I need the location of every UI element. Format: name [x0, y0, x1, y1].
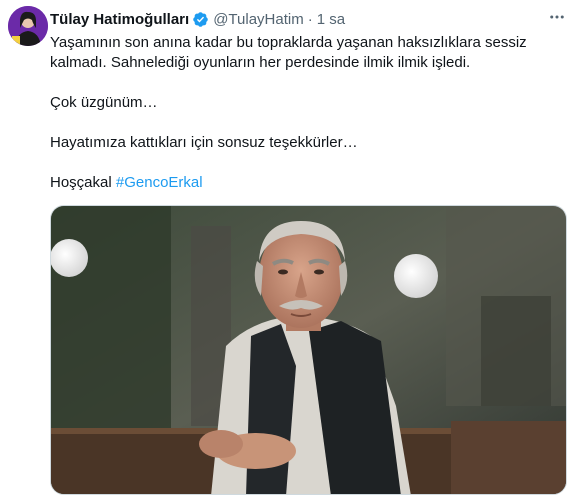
- more-options-button[interactable]: [546, 8, 568, 30]
- tweet-paragraph: Hayatımıza kattıkları için sonsuz teşekk…: [50, 134, 358, 151]
- tweet-header: Tülay Hatimoğulları @TulayHatim · 1 sa: [50, 8, 345, 30]
- tweet-paragraph: Yaşamının son anına kadar bu topraklarda…: [50, 34, 527, 71]
- display-name[interactable]: Tülay Hatimoğulları: [50, 11, 189, 28]
- avatar[interactable]: [8, 6, 48, 46]
- tweet-photo[interactable]: [50, 205, 567, 495]
- tweet[interactable]: Tülay Hatimoğulları @TulayHatim · 1 sa Y…: [0, 0, 578, 500]
- verified-badge-icon: [192, 11, 209, 28]
- timestamp[interactable]: 1 sa: [317, 11, 345, 28]
- user-handle[interactable]: @TulayHatim: [213, 11, 304, 28]
- tweet-closing-line: Hoşçakal #GencoErkal: [50, 173, 570, 193]
- hashtag-link[interactable]: #GencoErkal: [116, 174, 203, 191]
- tweet-paragraph: Çok üzgünüm…: [50, 94, 158, 111]
- separator-dot: ·: [307, 10, 313, 28]
- closing-text: Hoşçakal: [50, 174, 112, 191]
- more-horizontal-icon: [548, 8, 566, 31]
- tweet-text: Yaşamının son anına kadar bu topraklarda…: [50, 33, 570, 193]
